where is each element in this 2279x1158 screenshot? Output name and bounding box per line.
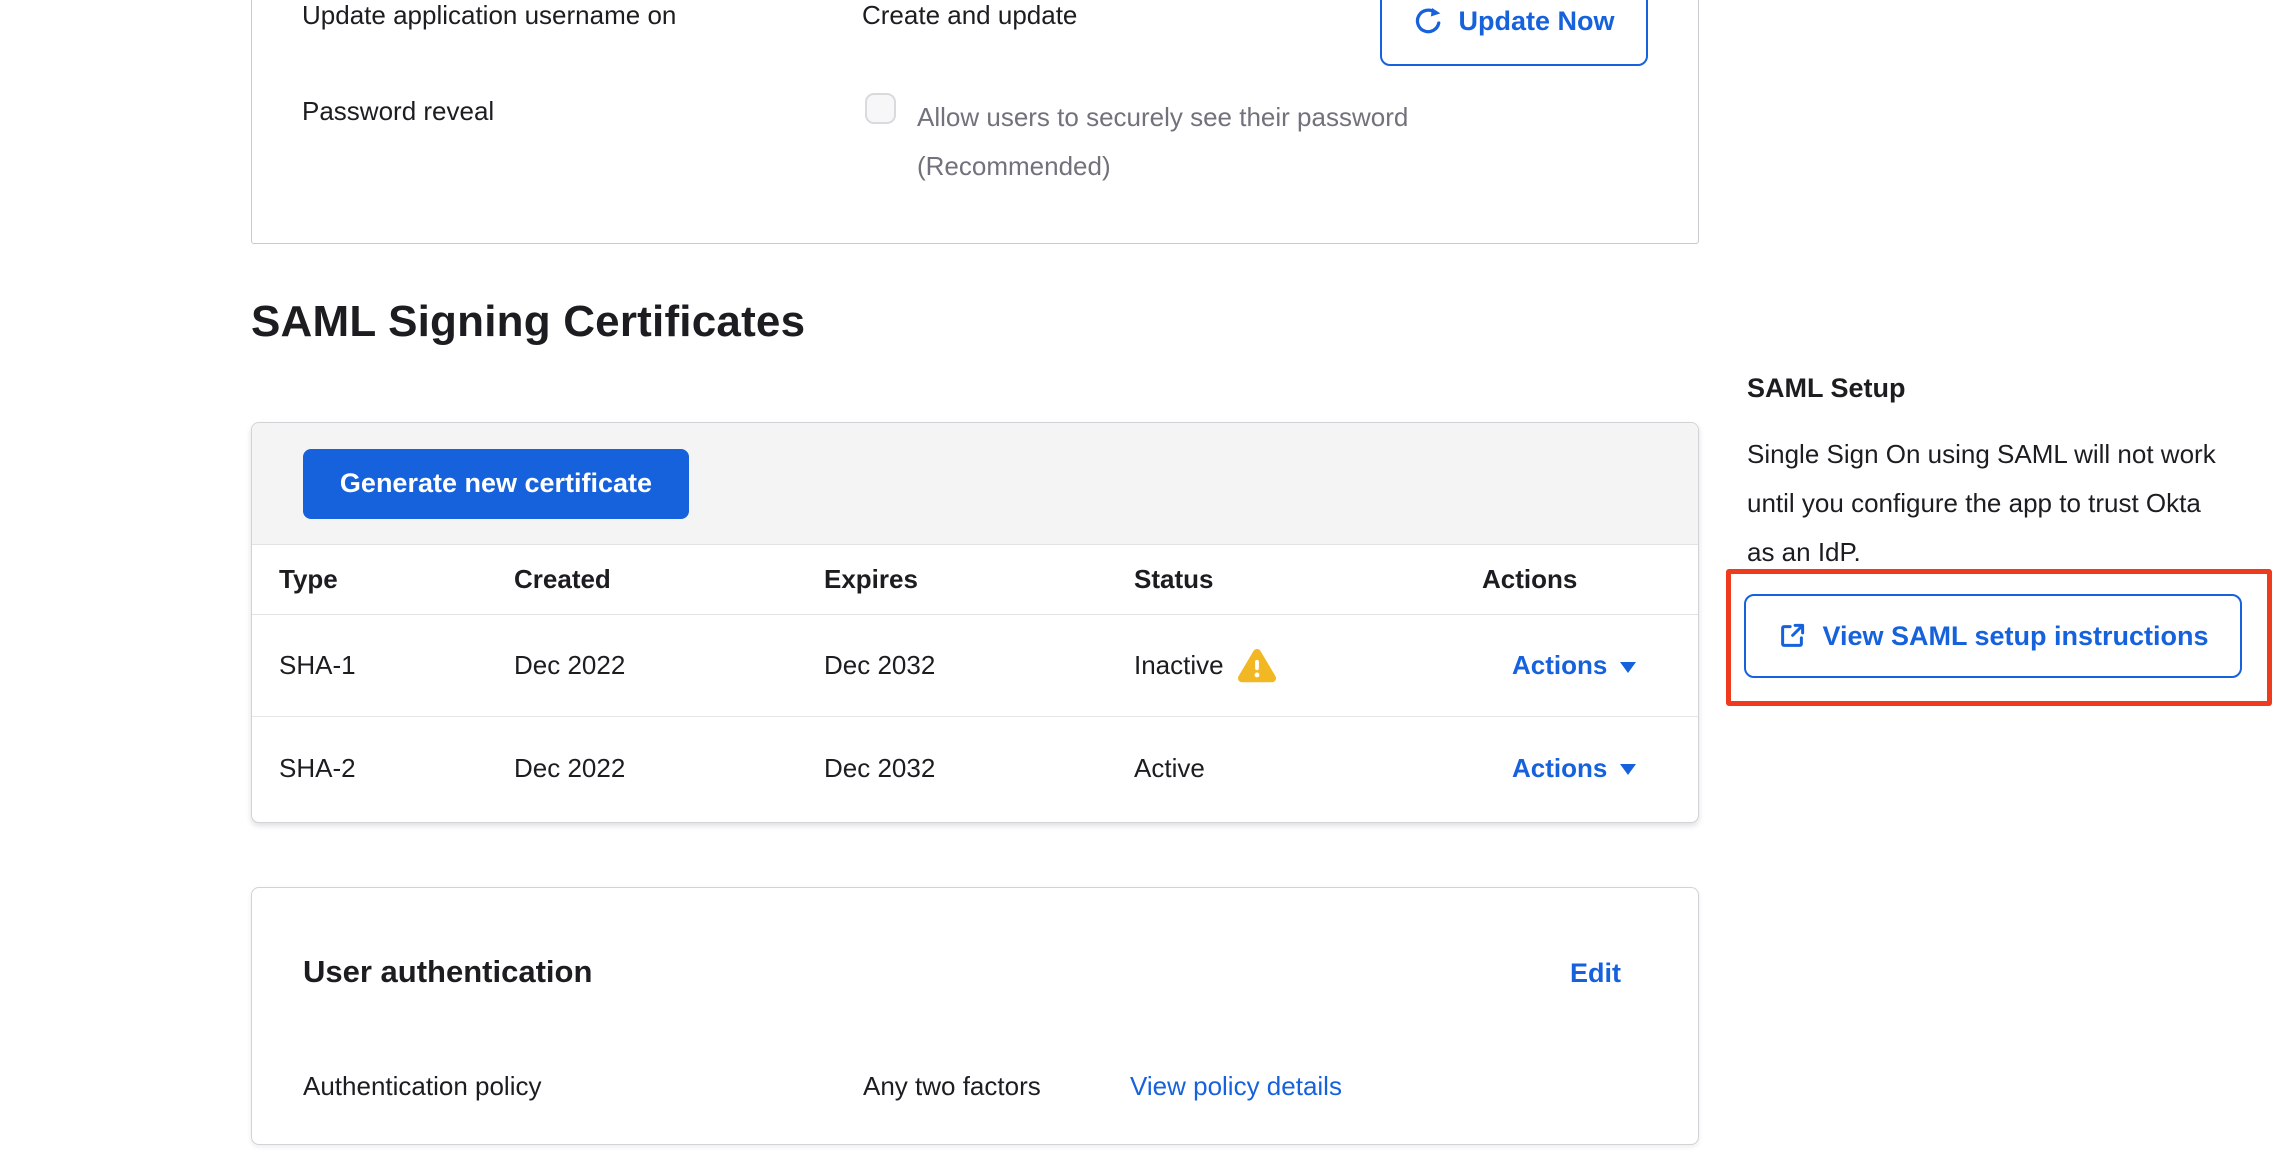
caret-down-icon bbox=[1620, 764, 1636, 775]
status-text: Active bbox=[1134, 753, 1205, 784]
authentication-policy-label: Authentication policy bbox=[303, 1071, 541, 1102]
password-reveal-label: Password reveal bbox=[302, 96, 494, 127]
password-reveal-checkbox[interactable] bbox=[865, 93, 896, 124]
username-update-value: Create and update bbox=[862, 0, 1077, 31]
generate-certificate-button[interactable]: Generate new certificate bbox=[303, 449, 689, 519]
cell-type: SHA-1 bbox=[252, 650, 487, 681]
certificates-toolbar: Generate new certificate bbox=[252, 423, 1698, 545]
warning-icon bbox=[1238, 647, 1276, 685]
header-actions: Actions bbox=[1455, 564, 1699, 595]
update-now-label: Update Now bbox=[1458, 6, 1614, 37]
view-saml-setup-instructions-label: View SAML setup instructions bbox=[1822, 621, 2208, 652]
caret-down-icon bbox=[1620, 662, 1636, 673]
username-update-label: Update application username on bbox=[302, 0, 676, 31]
actions-dropdown[interactable]: Actions bbox=[1512, 753, 1636, 784]
header-status: Status bbox=[1107, 564, 1455, 595]
actions-dropdown[interactable]: Actions bbox=[1512, 650, 1636, 681]
cell-actions: Actions bbox=[1455, 753, 1699, 784]
table-header-row: Type Created Expires Status Actions bbox=[252, 545, 1698, 615]
certificates-card: Generate new certificate Type Created Ex… bbox=[251, 422, 1699, 823]
cell-status: Inactive bbox=[1107, 647, 1455, 685]
edit-link[interactable]: Edit bbox=[1570, 958, 1621, 989]
cell-actions: Actions bbox=[1455, 650, 1699, 681]
password-reveal-checkbox-text: Allow users to securely see their passwo… bbox=[917, 93, 1492, 191]
actions-label: Actions bbox=[1512, 753, 1607, 784]
status-text: Inactive bbox=[1134, 650, 1224, 681]
authentication-policy-value: Any two factors bbox=[863, 1071, 1041, 1102]
view-policy-details-link[interactable]: View policy details bbox=[1130, 1071, 1342, 1102]
actions-label: Actions bbox=[1512, 650, 1607, 681]
view-saml-setup-instructions-button[interactable]: View SAML setup instructions bbox=[1744, 594, 2242, 678]
user-authentication-title: User authentication bbox=[303, 954, 592, 990]
table-row: SHA-2 Dec 2022 Dec 2032 Active Actions bbox=[252, 717, 1698, 819]
external-link-icon bbox=[1777, 621, 1807, 651]
user-authentication-card: User authentication Edit Authentication … bbox=[251, 887, 1699, 1145]
saml-setup-description: Single Sign On using SAML will not work … bbox=[1747, 430, 2233, 577]
cell-expires: Dec 2032 bbox=[797, 650, 1107, 681]
header-type: Type bbox=[252, 564, 487, 595]
refresh-icon bbox=[1413, 6, 1443, 36]
header-created: Created bbox=[487, 564, 797, 595]
header-expires: Expires bbox=[797, 564, 1107, 595]
saml-setup-title: SAML Setup bbox=[1747, 373, 1906, 404]
cell-created: Dec 2022 bbox=[487, 650, 797, 681]
page: Update application username on Create an… bbox=[0, 0, 2279, 1158]
cell-expires: Dec 2032 bbox=[797, 753, 1107, 784]
cell-status: Active bbox=[1107, 753, 1455, 784]
cell-created: Dec 2022 bbox=[487, 753, 797, 784]
page-title: SAML Signing Certificates bbox=[251, 297, 805, 347]
cell-type: SHA-2 bbox=[252, 753, 487, 784]
table-row: SHA-1 Dec 2022 Dec 2032 Inactive Actions bbox=[252, 615, 1698, 717]
update-now-button[interactable]: Update Now bbox=[1380, 0, 1648, 66]
